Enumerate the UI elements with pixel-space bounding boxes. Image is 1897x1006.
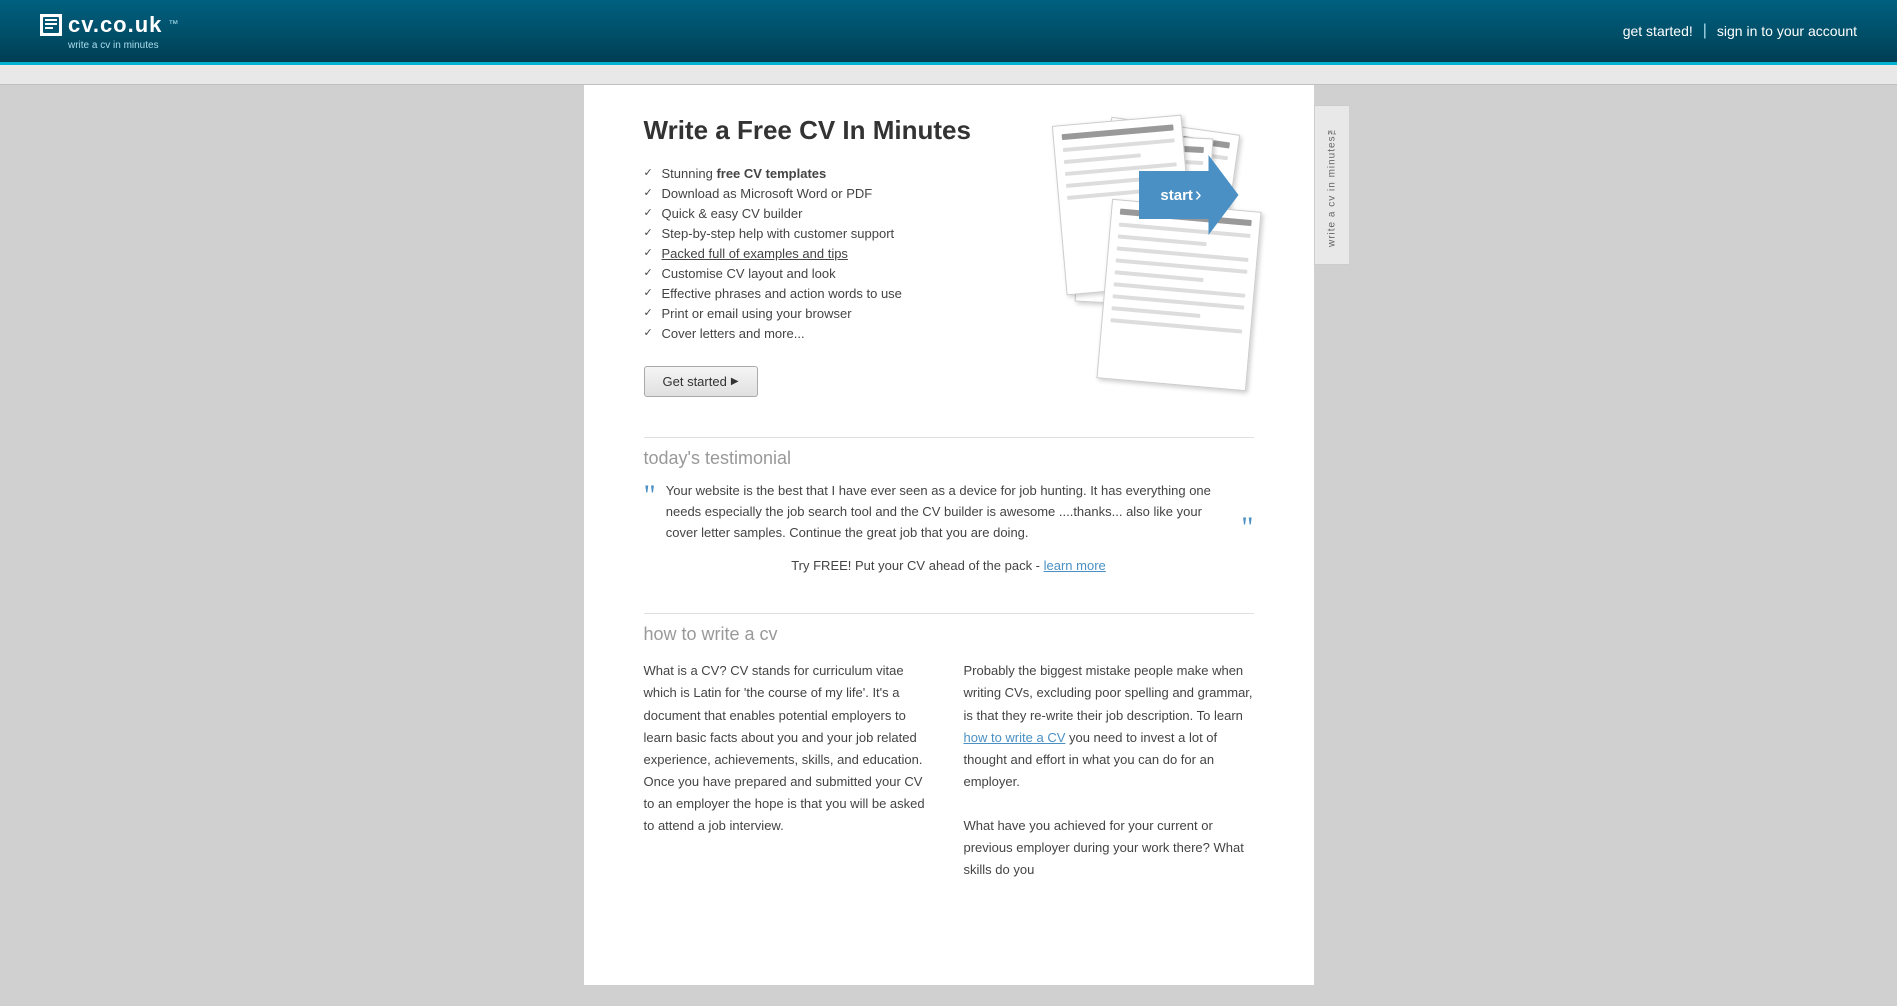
feature-8: Print or email using your browser — [644, 306, 1004, 321]
feature-2: Download as Microsoft Word or PDF — [644, 186, 1004, 201]
logo-icon — [40, 14, 62, 36]
hero-left: Write a Free CV In Minutes Stunning free… — [644, 115, 1004, 397]
logo-text[interactable]: cv.co.uk — [68, 12, 162, 38]
feature-1-bold: free CV templates — [716, 166, 826, 181]
how-to-write-link[interactable]: how to write a CV — [964, 730, 1066, 745]
howto-col-1: What is a CV? CV stands for curriculum v… — [644, 660, 934, 881]
logo-tagline: write a cv in minutes — [68, 40, 159, 51]
howto-columns: What is a CV? CV stands for curriculum v… — [644, 660, 1254, 881]
quote-open-icon: " — [644, 481, 656, 511]
testimonial-body: " Your website is the best that I have e… — [644, 481, 1254, 543]
try-free-line: Try FREE! Put your CV ahead of the pack … — [644, 558, 1254, 573]
howto-col-2: Probably the biggest mistake people make… — [964, 660, 1254, 881]
howto-section: how to write a cv What is a CV? CV stand… — [644, 613, 1254, 881]
cv-stack: start› — [1039, 115, 1239, 355]
testimonial-title: today's testimonial — [644, 448, 1254, 469]
hero-right: start› — [1024, 115, 1254, 397]
howto-col2-text: Probably the biggest mistake people make… — [964, 660, 1254, 793]
cv-page-4 — [1096, 199, 1261, 391]
hero-title: Write a Free CV In Minutes — [644, 115, 1004, 146]
feature-9: Cover letters and more... — [644, 326, 1004, 341]
nav-divider: | — [1703, 22, 1707, 40]
howto-col2-part1: Probably the biggest mistake people make… — [964, 663, 1253, 722]
get-started-button[interactable]: Get started ▶ — [644, 366, 758, 397]
header: cv.co.uk ™ write a cv in minutes get star… — [0, 0, 1897, 65]
main-wrapper: write a cv in minutes™ Write a Free CV I… — [0, 85, 1897, 985]
nav-sign-in[interactable]: sign in to your account — [1717, 23, 1857, 39]
logo-main: cv.co.uk ™ — [40, 12, 178, 38]
howto-col2-para2: What have you achieved for your current … — [964, 815, 1254, 881]
nav-get-started[interactable]: get started! — [1623, 23, 1693, 39]
get-started-label: Get started — [663, 374, 727, 389]
howto-title: how to write a cv — [644, 624, 1254, 645]
start-arrow-label: start — [1160, 187, 1193, 204]
get-started-arrow-icon: ▶ — [731, 376, 739, 387]
testimonial-text: Your website is the best that I have eve… — [666, 481, 1232, 543]
content-area: write a cv in minutes™ Write a Free CV I… — [584, 85, 1314, 985]
feature-3: Quick & easy CV builder — [644, 206, 1004, 221]
learn-more-link[interactable]: learn more — [1044, 558, 1106, 573]
nav-links: get started! | sign in to your account — [1623, 22, 1857, 40]
side-tab: write a cv in minutes™ — [1314, 105, 1349, 265]
feature-6: Customise CV layout and look — [644, 266, 1004, 281]
feature-5: Packed full of examples and tips — [644, 246, 1004, 261]
testimonial-section: today's testimonial " Your website is th… — [644, 437, 1254, 573]
hero-section: Write a Free CV In Minutes Stunning free… — [644, 115, 1254, 397]
quote-close-icon: " — [1241, 513, 1253, 543]
start-arrow-icon: › — [1195, 184, 1202, 207]
features-list: Stunning free CV templates Download as M… — [644, 166, 1004, 341]
logo-tm: ™ — [168, 19, 178, 30]
feature-4: Step-by-step help with customer support — [644, 226, 1004, 241]
subheader — [0, 65, 1897, 85]
try-free-text: Try FREE! Put your CV ahead of the pack … — [791, 558, 1043, 573]
feature-1: Stunning free CV templates — [644, 166, 1004, 181]
howto-col1-text: What is a CV? CV stands for curriculum v… — [644, 660, 934, 837]
feature-7: Effective phrases and action words to us… — [644, 286, 1004, 301]
logo-area: cv.co.uk ™ write a cv in minutes — [40, 12, 178, 51]
